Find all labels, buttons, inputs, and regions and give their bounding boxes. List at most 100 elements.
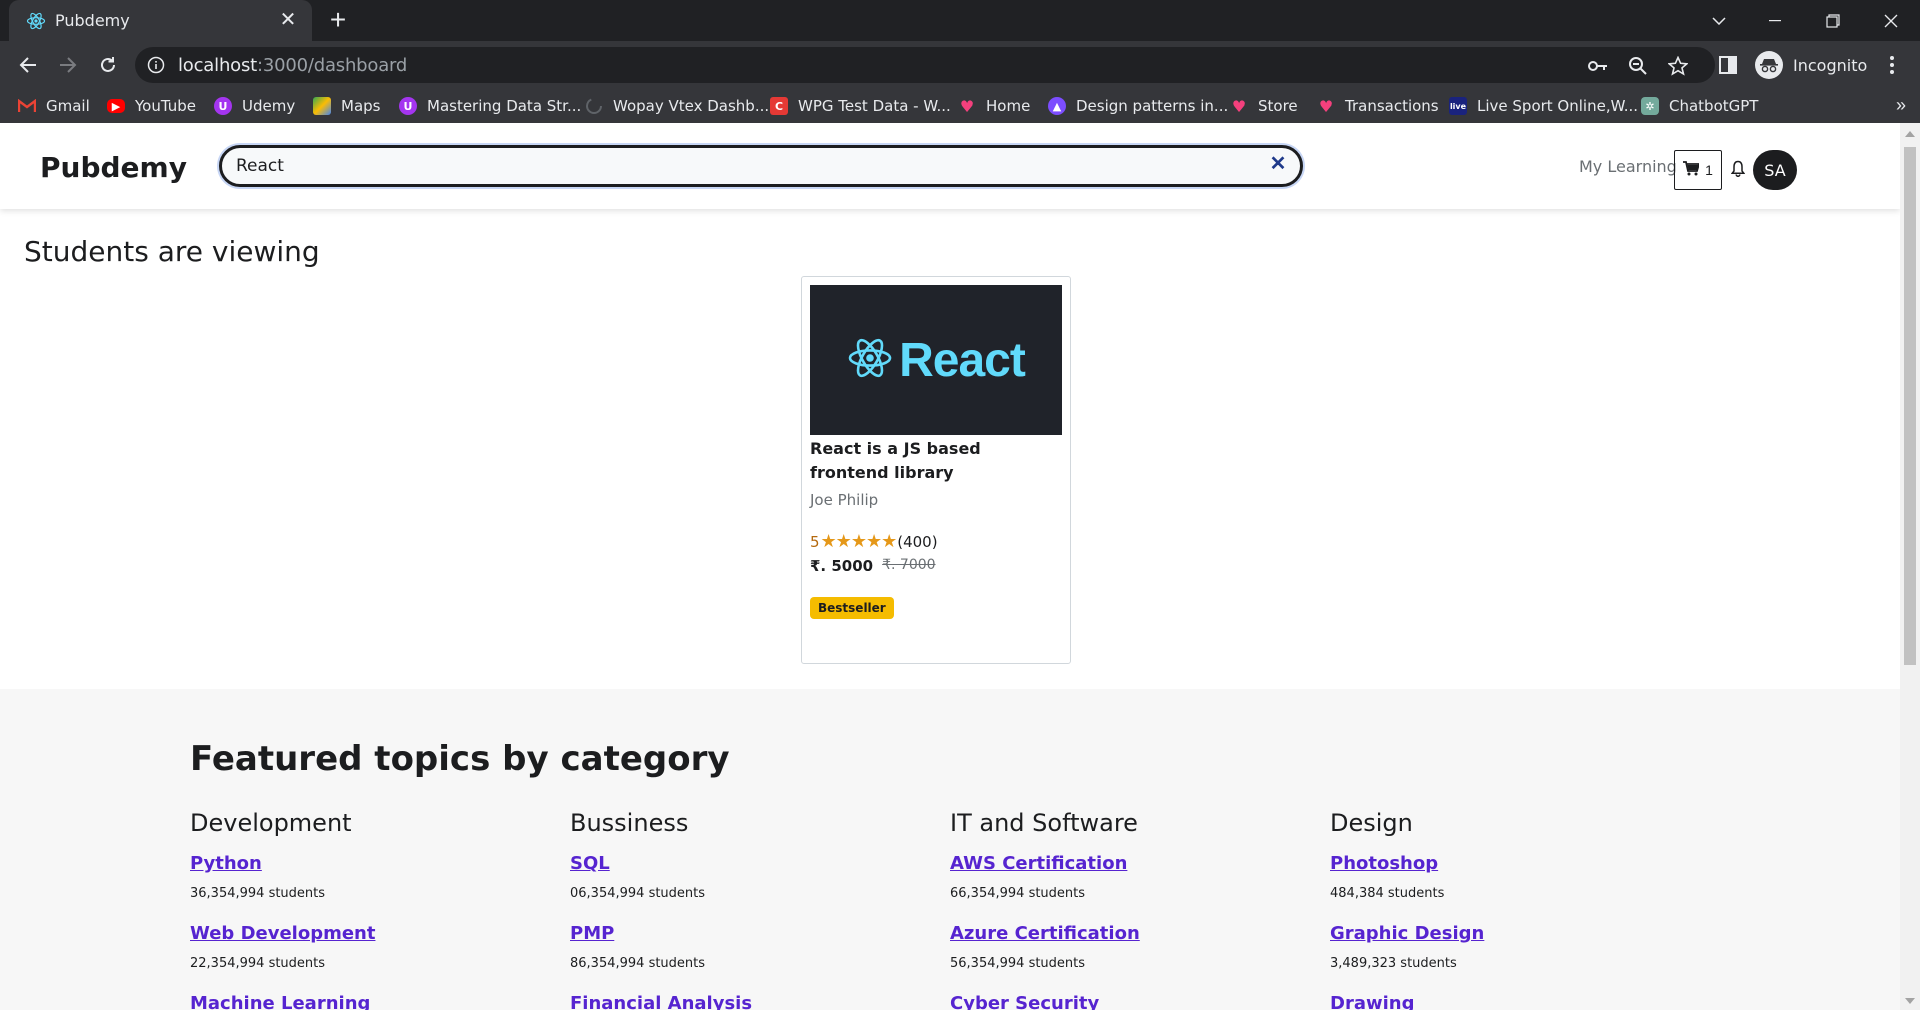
cart-button[interactable]: 1 [1674, 150, 1722, 190]
topic-link[interactable]: Financial Analysis [570, 993, 752, 1010]
incognito-profile-button[interactable]: Incognito [1755, 49, 1867, 81]
page-scrollbar[interactable] [1900, 123, 1920, 1010]
react-logo-icon [847, 337, 893, 384]
browser-tab-strip: Pubdemy ✕ + [0, 0, 1920, 41]
course-card[interactable]: React React is a JS based frontend libra… [801, 276, 1071, 664]
site-info-icon[interactable] [147, 56, 165, 74]
tab-title: Pubdemy [55, 11, 130, 30]
topic-item: Photoshop 484,384 students [1330, 853, 1670, 901]
gmail-icon [18, 97, 36, 115]
category-design: Design Photoshop 484,384 students Graphi… [1330, 809, 1670, 1010]
chatgpt-icon: ✲ [1641, 97, 1659, 115]
forward-arrow-icon[interactable] [52, 49, 84, 81]
topic-link[interactable]: Python [190, 853, 262, 874]
topic-link[interactable]: Azure Certification [950, 923, 1140, 944]
minimize-icon[interactable] [1758, 6, 1792, 36]
rocket-icon: ▲ [1048, 97, 1066, 115]
browser-menu-icon[interactable] [1880, 53, 1904, 77]
bookmark-design-patterns[interactable]: ▲ Design patterns in... [1048, 95, 1228, 117]
search-input[interactable]: React ✕ [219, 145, 1303, 187]
topic-students: 36,354,994 students [190, 886, 326, 901]
scrollbar-thumb[interactable] [1904, 147, 1916, 665]
search-input-value[interactable]: React [236, 156, 284, 176]
topic-link[interactable]: AWS Certification [950, 853, 1127, 874]
maps-icon [313, 97, 331, 115]
thumbnail-word: React [899, 333, 1026, 387]
topic-link[interactable]: Photoshop [1330, 853, 1438, 874]
close-icon[interactable]: ✕ [278, 10, 298, 30]
youtube-icon: ▶ [107, 99, 125, 113]
course-thumbnail[interactable]: React [810, 285, 1062, 435]
bookmark-star-icon[interactable] [1667, 55, 1689, 77]
course-author: Joe Philip [810, 491, 879, 509]
category-name: Bussiness [570, 809, 689, 837]
tab-search-chevron-icon[interactable] [1702, 6, 1736, 36]
course-price: ₹. 5000 ₹. 7000 [810, 557, 936, 575]
back-arrow-icon[interactable] [12, 49, 44, 81]
course-rating: 5 ★★★★★ (400) [810, 531, 938, 552]
bookmark-maps[interactable]: Maps [313, 95, 380, 117]
bookmark-wopay[interactable]: Wopay Vtex Dashb... [585, 95, 769, 117]
topic-item: Python 36,354,994 students [190, 853, 530, 901]
my-learning-link[interactable]: My Learning [1579, 157, 1677, 176]
scroll-up-icon[interactable] [1905, 131, 1915, 137]
more-bookmarks-icon[interactable]: » [1896, 95, 1906, 116]
bookmark-gmail[interactable]: Gmail [18, 95, 90, 117]
avatar[interactable]: SA [1753, 150, 1797, 190]
star-icon: ★★★★★ [820, 531, 898, 552]
cart-count: 1 [1705, 162, 1713, 178]
topic-link[interactable]: Machine Learning [190, 993, 370, 1010]
topic-item: Azure Certification 56,354,994 students [950, 923, 1290, 971]
bookmark-udemy[interactable]: U Udemy [214, 95, 295, 117]
bookmark-live-sport[interactable]: live Live Sport Online,W... [1449, 95, 1638, 117]
topic-link[interactable]: PMP [570, 923, 614, 944]
key-icon[interactable] [1587, 55, 1609, 77]
new-tab-button[interactable]: + [325, 6, 351, 34]
side-panel-icon[interactable] [1716, 53, 1740, 77]
topic-link[interactable]: Cyber Security [950, 993, 1099, 1010]
topic-students: 66,354,994 students [950, 886, 1086, 901]
udemy-icon: U [214, 97, 232, 115]
udemy-icon: U [399, 97, 417, 115]
bestseller-badge: Bestseller [810, 597, 894, 619]
scroll-down-icon[interactable] [1905, 998, 1915, 1004]
topic-link[interactable]: Drawing [1330, 993, 1414, 1010]
category-name: IT and Software [950, 809, 1138, 837]
course-title[interactable]: React is a JS based frontend library [810, 437, 1060, 485]
bookmark-transactions[interactable]: ♥ Transactions [1317, 95, 1439, 117]
bookmark-mastering-data[interactable]: U Mastering Data Str... [399, 95, 581, 117]
rating-score: 5 [810, 532, 820, 551]
topic-students: 3,489,323 students [1330, 956, 1457, 971]
topic-item: PMP 86,354,994 students [570, 923, 910, 971]
topic-link[interactable]: Graphic Design [1330, 923, 1484, 944]
clear-search-icon[interactable]: ✕ [1268, 154, 1288, 174]
browser-toolbar: localhost:3000/dashboard Incognito [0, 41, 1920, 89]
topic-link[interactable]: SQL [570, 853, 610, 874]
site-header: Pubdemy React ✕ My Learning 1 SA [0, 123, 1900, 209]
heart-icon: ♥ [959, 96, 975, 116]
topic-students: 22,354,994 students [190, 956, 326, 971]
bookmark-wpg-test-data[interactable]: C WPG Test Data - W... [770, 95, 951, 117]
brand-logo[interactable]: Pubdemy [40, 151, 187, 184]
topic-item: Web Development 22,354,994 students [190, 923, 530, 971]
react-favicon-icon [26, 11, 46, 31]
window-close-icon[interactable] [1874, 6, 1908, 36]
topic-link[interactable]: Web Development [190, 923, 375, 944]
address-bar[interactable]: localhost:3000/dashboard [135, 47, 1715, 83]
bookmark-chatbotgpt[interactable]: ✲ ChatbotGPT [1641, 95, 1758, 117]
topic-item: AWS Certification 66,354,994 students [950, 853, 1290, 901]
zoom-out-icon[interactable] [1627, 55, 1649, 77]
bell-icon[interactable] [1728, 157, 1748, 179]
current-price: ₹. 5000 [810, 557, 874, 575]
reload-icon[interactable] [92, 49, 124, 81]
bookmark-youtube[interactable]: ▶ YouTube [107, 95, 196, 117]
url-text[interactable]: localhost:3000/dashboard [178, 55, 407, 76]
category-bussiness: Bussiness SQL 06,354,994 students PMP 86… [570, 809, 910, 1010]
bookmark-home[interactable]: ♥ Home [958, 95, 1030, 117]
browser-tab[interactable]: Pubdemy ✕ [9, 0, 312, 41]
category-it-and-software: IT and Software AWS Certification 66,354… [950, 809, 1290, 1010]
restore-icon[interactable] [1816, 6, 1850, 36]
category-name: Development [190, 809, 352, 837]
topic-students: 86,354,994 students [570, 956, 706, 971]
bookmark-store[interactable]: ♥ Store [1230, 95, 1298, 117]
